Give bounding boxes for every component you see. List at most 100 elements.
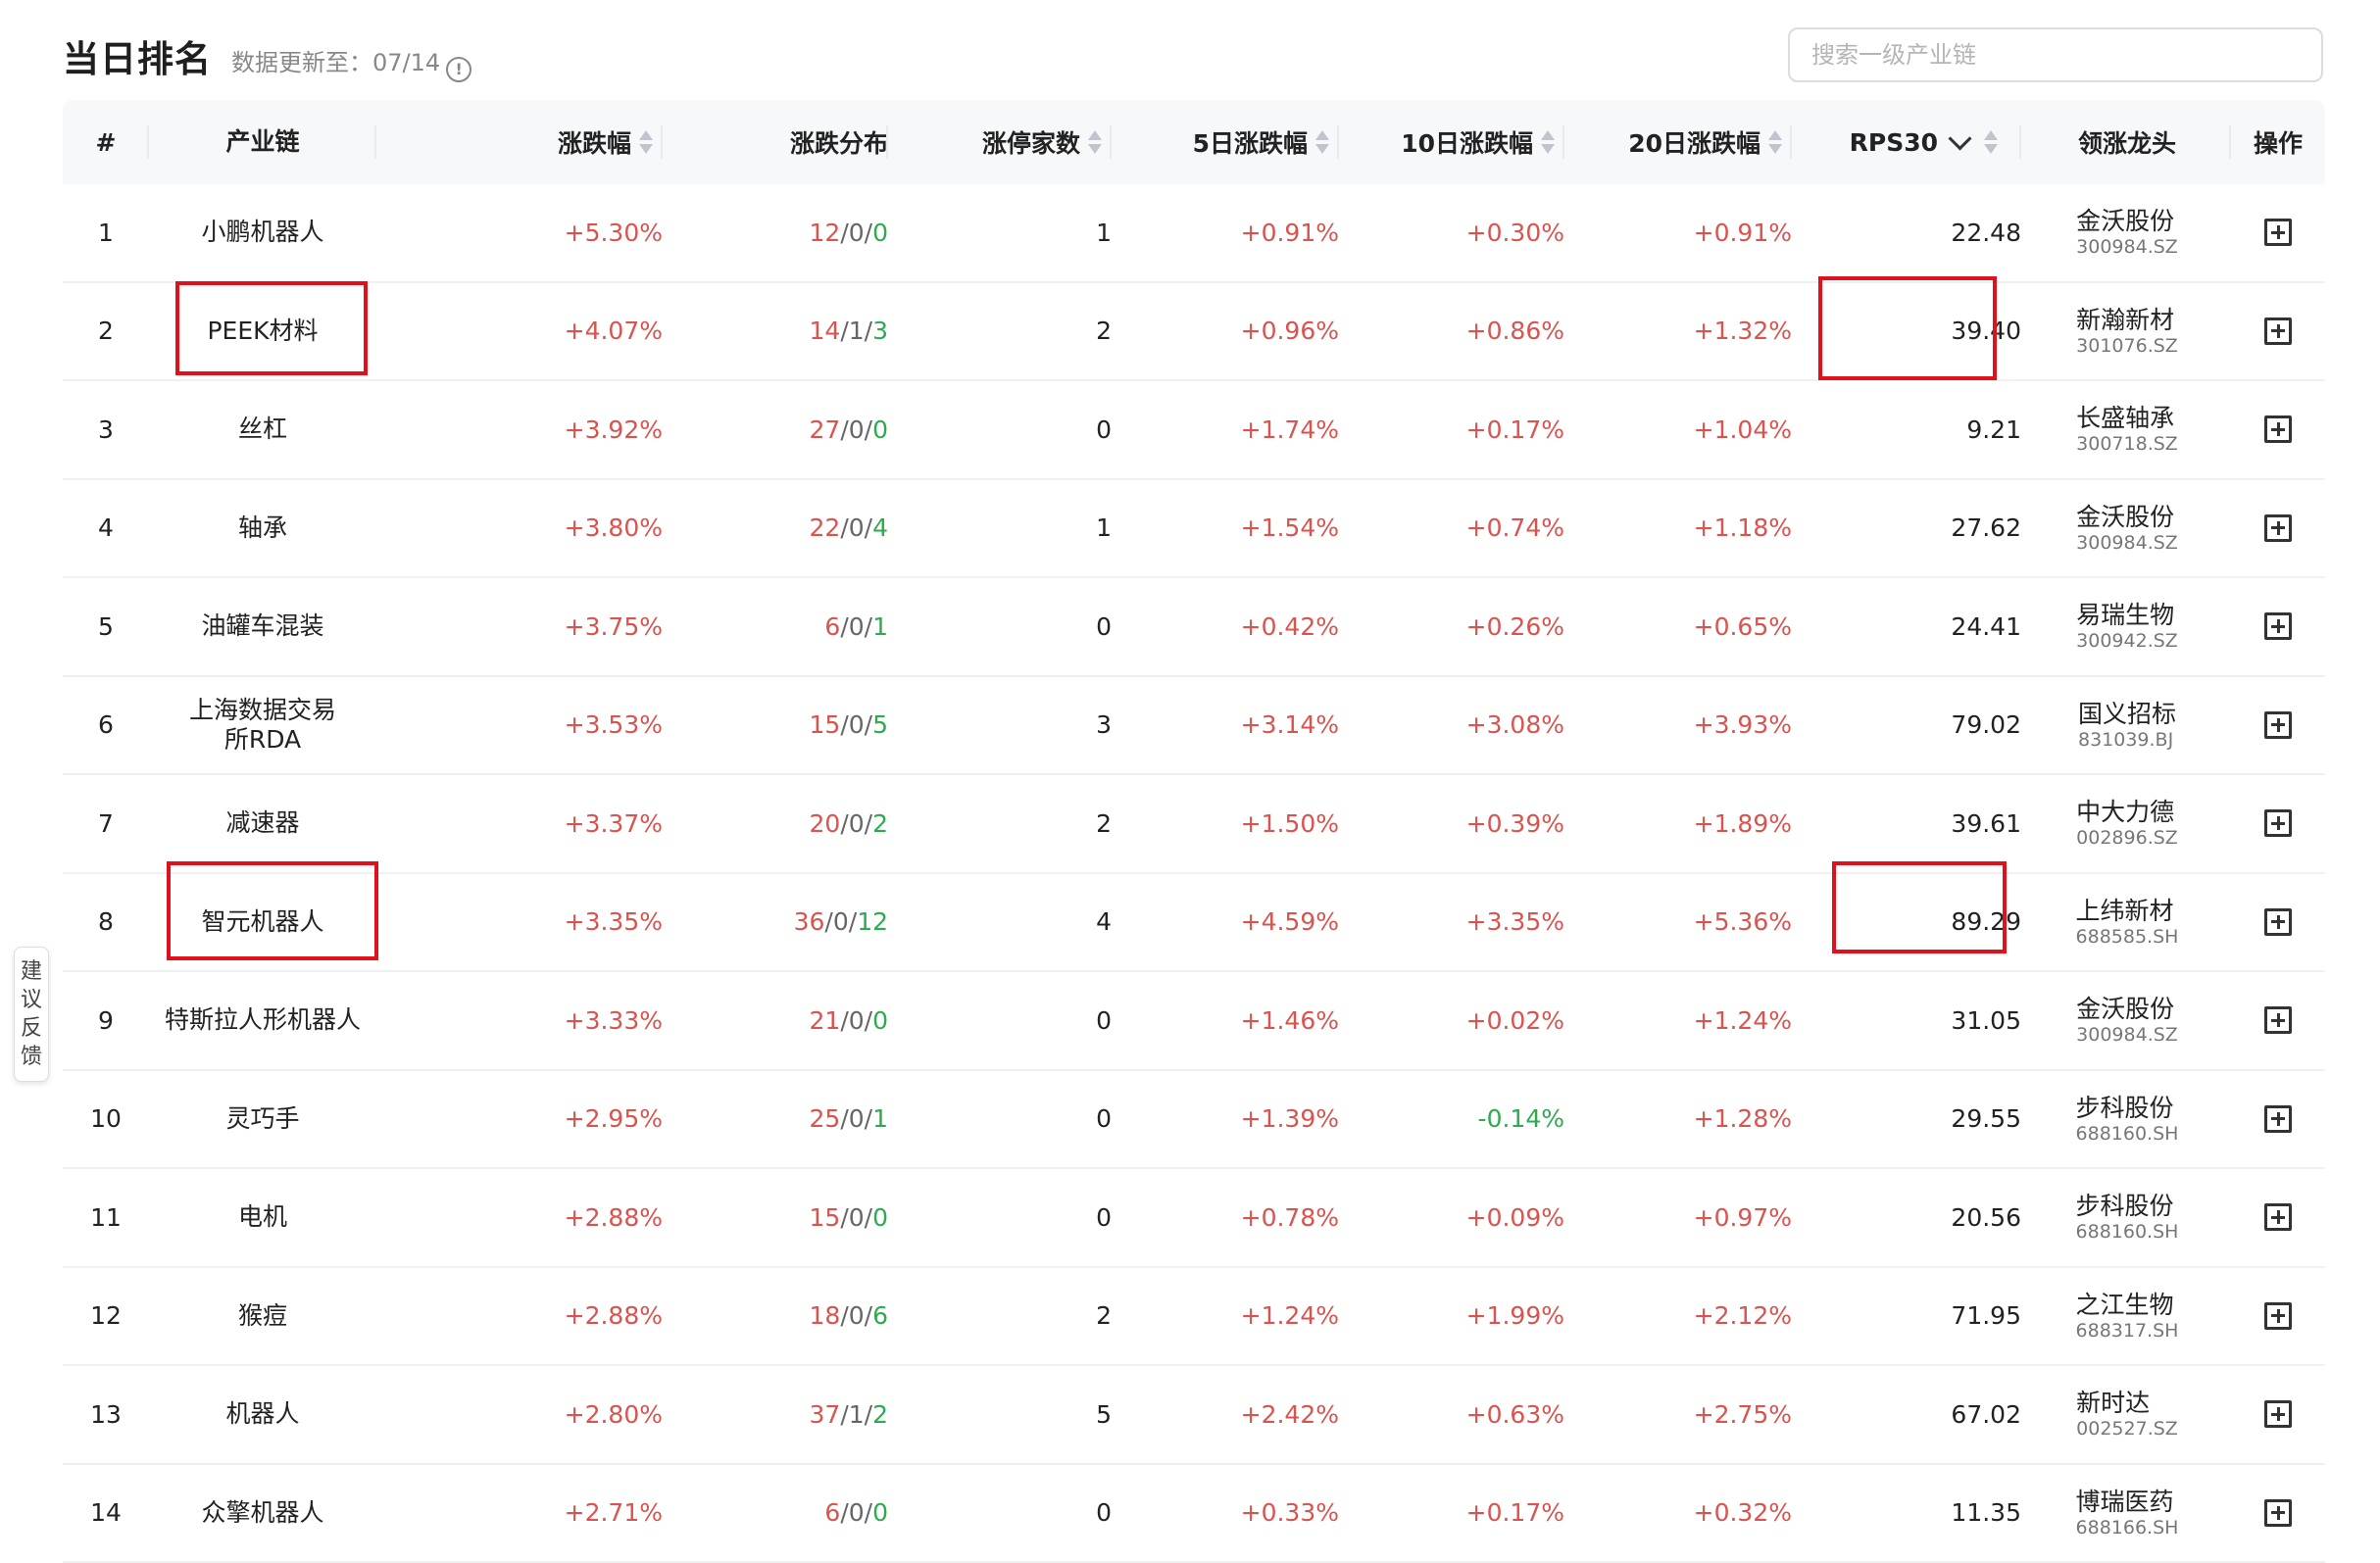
leading-stock[interactable]: 金沃股份300984.SZ [2023,480,2231,577]
distribution-separator: / [840,513,848,542]
industry-chain-name[interactable]: 减速器 [149,775,376,872]
add-icon[interactable] [2264,908,2292,936]
industry-chain-name[interactable]: 丝杠 [149,381,376,478]
change-10d: +0.17% [1339,1465,1564,1562]
header-limit-up[interactable]: 涨停家数 [888,100,1112,184]
leading-stock-name: 长盛轴承 [2076,404,2174,433]
row-rank: 12 [63,1268,149,1365]
add-icon[interactable] [2264,1400,2292,1428]
leading-stock[interactable]: 之江生物688317.SH [2023,1268,2231,1365]
search-input[interactable] [1788,27,2323,82]
table-row[interactable]: 9特斯拉人形机器人+3.33%21/0/00+1.46%+0.02%+1.24%… [63,972,2325,1071]
distribution-separator: / [865,1498,872,1527]
rps30-value: 20.56 [1792,1169,2021,1266]
distribution-separator: / [865,1400,872,1429]
industry-chain-name[interactable]: 小鹏机器人 [149,184,376,281]
row-action [2231,283,2325,380]
leading-stock-box: 新时达002527.SZ [2076,1389,2178,1440]
industry-chain-name[interactable]: 灵巧手 [149,1071,376,1168]
leading-stock[interactable]: 国义招标831039.BJ [2023,677,2231,774]
add-icon[interactable] [2264,1203,2292,1231]
sort-icon[interactable] [1088,129,1102,155]
industry-chain-name[interactable]: 轴承 [149,480,376,577]
table-row[interactable]: 6上海数据交易所RDA+3.53%15/0/53+3.14%+3.08%+3.9… [63,677,2325,776]
add-icon[interactable] [2264,514,2292,542]
leading-stock[interactable]: 步科股份688160.SH [2023,1169,2231,1266]
sort-icon[interactable] [1768,129,1782,155]
leading-stock[interactable]: 步科股份688160.SH [2023,1071,2231,1168]
distribution-part: 6 [872,1301,888,1330]
leading-stock[interactable]: 金沃股份300984.SZ [2023,972,2231,1069]
industry-chain-name[interactable]: 机器人 [149,1366,376,1463]
leading-stock[interactable]: 中大力德002896.SZ [2023,775,2231,872]
header-10d[interactable]: 10日涨跌幅 [1339,100,1564,184]
industry-chain-name[interactable]: 猴痘 [149,1268,376,1365]
industry-chain-name[interactable]: 油罐车混装 [149,578,376,675]
leading-stock-code: 002527.SZ [2076,1418,2178,1440]
leading-stock-code: 831039.BJ [2078,729,2173,751]
table-row[interactable]: 4轴承+3.80%22/0/41+1.54%+0.74%+1.18%27.62金… [63,480,2325,579]
sort-icon[interactable] [639,129,653,155]
leading-stock[interactable]: 上纬新材688585.SH [2023,874,2231,971]
industry-chain-name[interactable]: 上海数据交易所RDA [149,677,376,774]
add-icon[interactable] [2264,809,2292,837]
leading-stock[interactable]: 新瀚新材301076.SZ [2023,283,2231,380]
add-icon[interactable] [2264,711,2292,739]
table-row[interactable]: 13机器人+2.80%37/1/25+2.42%+0.63%+2.75%67.0… [63,1366,2325,1465]
feedback-button[interactable]: 建议反馈 [14,947,49,1082]
industry-chain-name[interactable]: 电机 [149,1169,376,1266]
leading-stock-box: 金沃股份300984.SZ [2076,995,2178,1046]
table-row[interactable]: 3丝杠+3.92%27/0/00+1.74%+0.17%+1.04%9.21长盛… [63,381,2325,480]
header-20d[interactable]: 20日涨跌幅 [1564,100,1792,184]
change-5d: +0.91% [1112,184,1339,281]
table-row[interactable]: 12猴痘+2.88%18/0/62+1.24%+1.99%+2.12%71.95… [63,1268,2325,1367]
leading-stock[interactable]: 金沃股份300984.SZ [2023,184,2231,281]
header-change[interactable]: 涨跌幅 [376,100,663,184]
add-icon[interactable] [2264,1302,2292,1330]
chevron-down-icon[interactable] [1948,126,1971,150]
leading-stock[interactable]: 长盛轴承300718.SZ [2023,381,2231,478]
add-icon[interactable] [2264,1006,2292,1034]
table-row[interactable]: 1小鹏机器人+5.30%12/0/01+0.91%+0.30%+0.91%22.… [63,184,2325,283]
distribution-part: 0 [849,1006,865,1035]
limit-up-count: 4 [888,874,1112,971]
add-icon[interactable] [2264,415,2292,443]
change-pct: +3.37% [376,775,663,872]
row-rank: 8 [63,874,149,971]
limit-up-count: 0 [888,381,1112,478]
table-row[interactable]: 10灵巧手+2.95%25/0/10+1.39%-0.14%+1.28%29.5… [63,1071,2325,1170]
table-row[interactable]: 7减速器+3.37%20/0/22+1.50%+0.39%+1.89%39.61… [63,775,2325,874]
leading-stock[interactable]: 易瑞生物300942.SZ [2023,578,2231,675]
distribution-separator: / [840,415,848,444]
add-icon[interactable] [2264,612,2292,640]
sort-icon[interactable] [1541,129,1555,155]
leading-stock-name: 金沃股份 [2076,503,2174,532]
row-action [2231,184,2325,281]
header-rps[interactable]: RPS30 [1792,100,2021,184]
add-icon[interactable] [2264,317,2292,345]
table-row[interactable]: 14众擎机器人+2.71%6/0/00+0.33%+0.17%+0.32%11.… [63,1465,2325,1563]
add-icon[interactable] [2264,1499,2292,1527]
add-icon[interactable] [2264,219,2292,246]
add-icon[interactable] [2264,1105,2292,1133]
change-20d: +0.97% [1564,1169,1792,1266]
row-action [2231,775,2325,872]
distribution-separator: / [865,809,872,838]
distribution-part: 0 [849,513,865,542]
header-5d[interactable]: 5日涨跌幅 [1112,100,1339,184]
sort-icon[interactable] [1984,129,1998,155]
distribution-separator: / [865,219,872,247]
sort-icon[interactable] [1315,129,1329,155]
distribution-part: 0 [849,415,865,444]
distribution-part: 6 [824,612,840,641]
leading-stock[interactable]: 博瑞医药688166.SH [2023,1465,2231,1562]
row-action [2231,578,2325,675]
leading-stock[interactable]: 新时达002527.SZ [2023,1366,2231,1463]
highlight-box [167,861,378,960]
industry-chain-name[interactable]: 特斯拉人形机器人 [149,972,376,1069]
table-row[interactable]: 5油罐车混装+3.75%6/0/10+0.42%+0.26%+0.65%24.4… [63,578,2325,677]
table-row[interactable]: 11电机+2.88%15/0/00+0.78%+0.09%+0.97%20.56… [63,1169,2325,1268]
industry-chain-name[interactable]: 众擎机器人 [149,1465,376,1562]
info-icon[interactable]: ! [446,57,471,82]
limit-up-count: 0 [888,1465,1112,1562]
